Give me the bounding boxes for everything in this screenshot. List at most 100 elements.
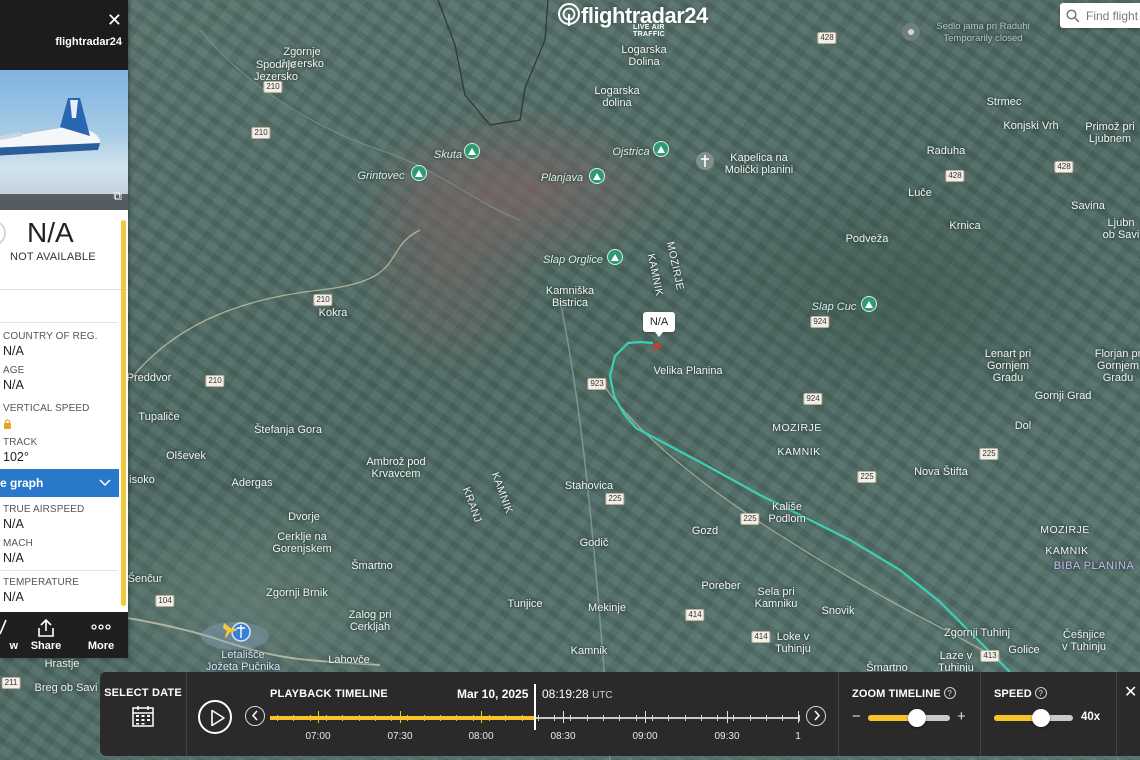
region-label: KAMNIK [1045, 545, 1089, 557]
help-icon[interactable]: ? [1034, 687, 1047, 699]
map-view[interactable]: Zgornje Jezersko Spodnje Jezersko Logarska… [0, 0, 1140, 760]
timeline-tick [505, 715, 507, 721]
slider-knob[interactable] [1032, 709, 1051, 727]
airport-icon[interactable] [220, 620, 254, 642]
waterfall-poi-icon[interactable] [607, 249, 623, 265]
road-shield: 225 [740, 513, 760, 525]
speed-value: 40x [1081, 711, 1101, 723]
divider [0, 570, 118, 571]
speed-title: SPEED? [994, 687, 1047, 700]
slider-knob[interactable] [908, 709, 927, 727]
zoom-in-button[interactable]: + [957, 708, 966, 725]
aircraft-icon[interactable] [651, 339, 663, 358]
play-button[interactable] [198, 700, 232, 734]
zoom-out-button[interactable]: − [852, 708, 861, 725]
church-icon[interactable] [696, 152, 714, 170]
place-label: Konjski Vrh [1003, 120, 1059, 132]
timeline-tick [766, 715, 767, 721]
timeline-cursor[interactable] [534, 684, 536, 730]
zoom-slider[interactable] [868, 709, 950, 727]
timeline-tick [488, 715, 490, 721]
info-mach: MACH N/A [3, 538, 33, 565]
timeline-tick [700, 715, 702, 721]
timeline-tick [717, 715, 719, 721]
timeline-tick [358, 715, 360, 721]
place-label: Raduha [926, 145, 966, 157]
timeline-label: 09:30 [714, 731, 740, 742]
timeline-tick [619, 715, 621, 721]
flight-track [608, 340, 1011, 673]
share-button[interactable]: Share [28, 612, 64, 658]
external-link-icon[interactable]: ⧉ [113, 189, 122, 204]
panel-brand: flightradar24 [55, 36, 122, 48]
airport-label: Letališče Jožeta Pučnika [205, 649, 281, 673]
timeline-major-tick [481, 711, 482, 723]
mountain-peak-icon[interactable] [589, 168, 605, 184]
separator [838, 672, 839, 756]
place-label: Spodnje Jezersko [253, 59, 299, 83]
timeline-tick [521, 715, 523, 721]
place-label: Kamnik [570, 645, 608, 657]
search-input[interactable] [1086, 8, 1140, 23]
timeline-tick [668, 715, 670, 721]
place-label: Gornji Grad [1034, 390, 1092, 402]
panel-scrollbar[interactable] [121, 220, 126, 606]
place-label: Preddvor [126, 372, 172, 384]
search-box[interactable] [1060, 3, 1140, 28]
timeline-tick [407, 715, 409, 721]
road-shield: 210 [205, 375, 225, 387]
lock-icon[interactable] [3, 416, 89, 434]
timeline-tick [684, 715, 686, 721]
info-value: N/A [3, 517, 24, 531]
mountain-peak-icon[interactable] [653, 141, 669, 157]
border-line [437, 0, 549, 126]
timezone-label: UTC [592, 690, 613, 701]
more-button[interactable]: More [84, 612, 118, 658]
road-shield: 428 [817, 32, 837, 44]
flightradar24-logo[interactable]: flightradar24 LIVE AIR TRAFFIC [557, 0, 708, 38]
info-value: N/A [3, 344, 24, 358]
aircraft-identity: N/A NOT AVAILABLE [0, 210, 128, 290]
aircraft-callout[interactable]: N/A [643, 312, 675, 337]
place-label: Kapelica na Molički planini [724, 152, 794, 176]
timeline-tick [570, 715, 572, 721]
road-shield: 924 [803, 393, 823, 405]
timeline-tick [374, 715, 376, 721]
waterfall-poi-icon[interactable] [861, 296, 877, 312]
playback-title: PLAYBACK TIMELINE [270, 688, 388, 700]
road-shield: 414 [751, 631, 771, 643]
footer-label: More [87, 640, 115, 652]
place-label: Tunjice [507, 598, 543, 610]
radar-logo-icon [558, 3, 580, 26]
timeline-label: 08:00 [468, 731, 494, 742]
close-icon[interactable]: ✕ [107, 11, 122, 29]
panel-footer: w Share More [0, 612, 128, 658]
select-date-button[interactable]: SELECT DATE [100, 672, 186, 756]
graph-toggle[interactable]: e graph [0, 469, 119, 497]
place-label: Šenčur [127, 573, 163, 585]
road-shield: 211 [1, 677, 21, 689]
aircraft-photo[interactable]: ⧉ [0, 70, 128, 210]
mountain-peak-icon[interactable] [411, 165, 427, 181]
play-icon [211, 709, 225, 727]
timeline-tick [554, 715, 556, 721]
region-label: BIBA PLANINA [1053, 560, 1135, 572]
place-label: Kamniška Bistrica [545, 285, 595, 309]
cave-poi-icon[interactable] [902, 23, 920, 41]
place-label: Lahovče [328, 654, 370, 666]
info-label: TEMPERATURE [3, 577, 79, 588]
step-back-button[interactable] [245, 706, 265, 726]
place-label: Stahovica [564, 480, 614, 492]
speed-slider[interactable] [994, 709, 1073, 727]
step-forward-button[interactable] [806, 706, 826, 726]
road-shield: 414 [685, 609, 705, 621]
view-button[interactable]: w [0, 612, 18, 658]
close-playback-icon[interactable]: ✕ [1124, 682, 1137, 702]
place-label: Logarska dolina [594, 85, 640, 109]
help-icon[interactable]: ? [943, 687, 956, 699]
airline-logo-icon [0, 220, 6, 246]
road-shield: 210 [313, 294, 333, 306]
timeline-tick [537, 715, 539, 721]
mountain-peak-icon[interactable] [464, 143, 480, 159]
timeline-tick [651, 715, 653, 721]
